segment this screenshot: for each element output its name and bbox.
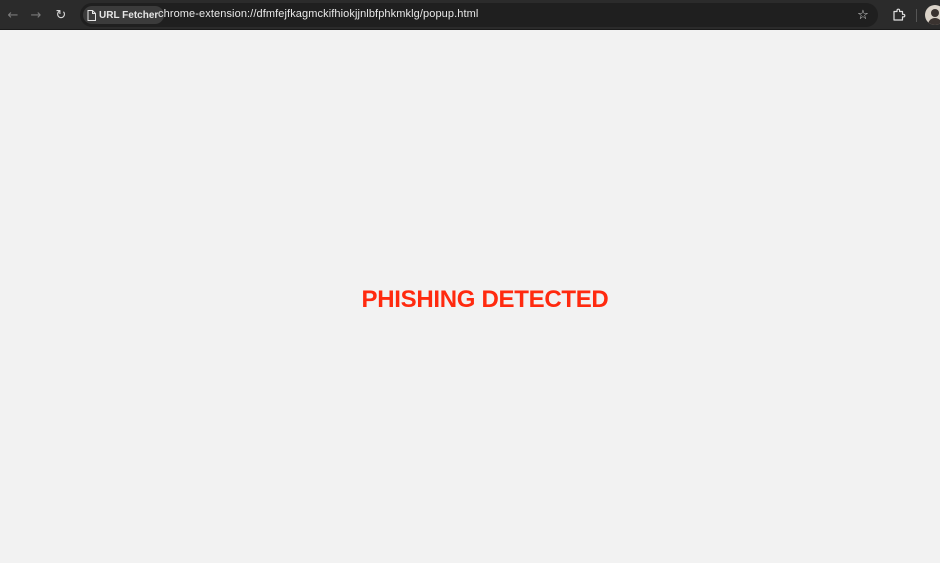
arrow-left-icon: ← — [7, 7, 19, 23]
avatar[interactable] — [925, 5, 940, 25]
address-bar[interactable]: URL Fetcher chrome-extension://dfmfejfka… — [80, 3, 878, 27]
url-text[interactable]: chrome-extension://dfmfejfkagmckifhiokjj… — [158, 8, 478, 20]
reload-icon: ↻ — [55, 7, 67, 23]
forward-button[interactable]: → — [25, 4, 47, 26]
extensions-button[interactable] — [889, 5, 909, 25]
extension-popup-page: PHISHING DETECTED — [0, 30, 940, 563]
puzzle-icon — [893, 8, 906, 21]
browser-toolbar: ← → ↻ URL Fetcher chrome-extension://dfm… — [0, 0, 940, 30]
arrow-right-icon: → — [30, 7, 42, 23]
toolbar-divider — [916, 9, 917, 22]
site-info-chip[interactable]: URL Fetcher — [83, 6, 165, 24]
bookmark-button[interactable]: ☆ — [854, 6, 872, 24]
reload-button[interactable]: ↻ — [50, 4, 72, 26]
star-icon: ☆ — [857, 7, 869, 23]
back-button[interactable]: ← — [2, 4, 24, 26]
document-icon — [87, 9, 96, 21]
phishing-warning-message: PHISHING DETECTED — [361, 286, 609, 313]
site-chip-label: URL Fetcher — [99, 9, 159, 21]
